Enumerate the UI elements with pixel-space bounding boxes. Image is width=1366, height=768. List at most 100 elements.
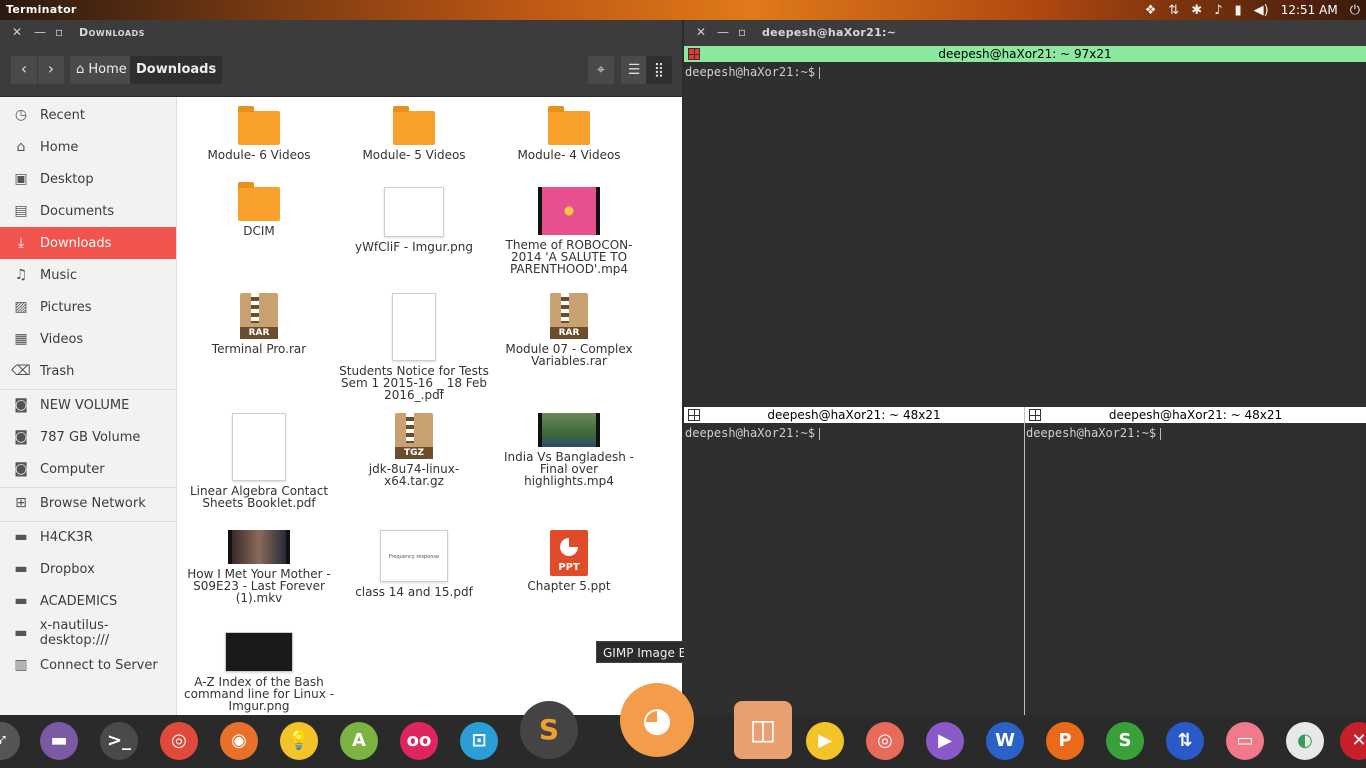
minimize-icon[interactable]: — — [717, 25, 729, 39]
files-icon[interactable]: ▬ — [40, 722, 78, 760]
pane-grid-icon[interactable] — [1029, 409, 1041, 421]
file-item[interactable]: Module- 5 Videos — [339, 106, 489, 161]
file-item[interactable]: Frequency response class 14 and 15.pdf — [339, 530, 489, 598]
power-icon[interactable]: ⏻ — [1350, 3, 1360, 18]
maximize-icon[interactable]: ▫ — [55, 25, 63, 39]
file-item-label: Linear Algebra Contact Sheets Booklet.pd… — [189, 484, 329, 510]
grid-view-icon[interactable]: ⣿ — [646, 56, 672, 84]
media-player-icon[interactable]: ▶ — [806, 722, 844, 760]
file-item[interactable]: PPT Chapter 5.ppt — [494, 530, 644, 592]
android-studio-icon[interactable]: A — [340, 722, 378, 760]
home-icon: ⌂ — [16, 139, 26, 155]
file-item[interactable]: Module- 6 Videos — [184, 106, 334, 161]
back-button[interactable]: ‹ — [11, 56, 37, 84]
pane-br-titlebar[interactable]: deepesh@haXor21: ~ 48x21 — [1025, 407, 1366, 423]
close-icon[interactable]: ✕ — [12, 25, 22, 39]
cursor — [819, 66, 821, 79]
battery-icon[interactable]: ▮ — [1235, 3, 1242, 18]
archive-icon: RAR — [240, 293, 278, 339]
lightbulb-icon[interactable]: 💡 — [280, 722, 318, 760]
terminal-prompt-bottom-right[interactable]: deepesh@haXor21:~$ — [1026, 426, 1162, 440]
file-item[interactable]: How I Met Your Mother - S09E23 - Last Fo… — [184, 530, 334, 604]
file-item[interactable]: TGZ jdk-8u74-linux-x64.tar.gz — [339, 413, 489, 487]
sidebar-item-new-volume[interactable]: ◙ NEW VOLUME — [0, 389, 176, 421]
file-item[interactable]: yWfCliF - Imgur.png — [339, 187, 489, 253]
network-arrows-icon[interactable]: ⇅ — [1168, 3, 1179, 18]
camera-icon[interactable]: ◎ — [866, 722, 904, 760]
sidebar-item-computer[interactable]: ◙ Computer — [0, 453, 176, 485]
terminal-prompt-top[interactable]: deepesh@haXor21:~$ — [685, 65, 821, 79]
folder-icon: ▬ — [14, 625, 28, 641]
file-item[interactable]: Linear Algebra Contact Sheets Booklet.pd… — [184, 413, 334, 509]
close-icon[interactable]: ✕ — [1340, 722, 1366, 760]
file-item-label: Chapter 5.ppt — [527, 579, 611, 593]
pane-top-titlebar[interactable]: deepesh@haXor21: ~ 97x21 — [684, 46, 1366, 62]
spreadsheet-icon[interactable]: S — [1106, 722, 1144, 760]
sidebar-item-787-gb-volume[interactable]: ◙ 787 GB Volume — [0, 421, 176, 453]
file-item[interactable]: DCIM — [184, 182, 334, 237]
flickr-icon[interactable]: oo — [400, 722, 438, 760]
sidebar-item-x-nautilus-desktop[interactable]: ▬ x-nautilus-desktop:/// — [0, 617, 176, 649]
sidebar-item-music[interactable]: ♫ Music — [0, 259, 176, 291]
gimp-icon[interactable]: ◕ — [620, 683, 694, 757]
file-item[interactable]: Students Notice for Tests Sem 1 2015-16 … — [339, 293, 489, 401]
file-item[interactable]: A-Z Index of the Bash command line for L… — [184, 632, 334, 712]
file-item[interactable]: Theme of ROBOCON-2014 'A SALUTE TO PAREN… — [494, 187, 644, 275]
transfer-icon[interactable]: ⇅ — [1166, 722, 1204, 760]
list-view-icon[interactable]: ☰ — [621, 56, 647, 84]
breadcrumb-current[interactable]: Downloads — [130, 56, 223, 84]
chrome-icon[interactable]: ◎ — [160, 722, 198, 760]
sidebar-item-connect-to-server[interactable]: ▥ Connect to Server — [0, 649, 176, 681]
video-player-icon[interactable]: ▶ — [926, 722, 964, 760]
file-item-label: yWfCliF - Imgur.png — [354, 240, 474, 254]
presentation-icon: PPT — [550, 530, 588, 576]
scan-icon[interactable]: ⊡ — [460, 722, 498, 760]
rocket-launcher-icon[interactable]: ➹ — [0, 722, 20, 760]
sidebar-item-academics[interactable]: ▬ ACADEMICS — [0, 585, 176, 617]
dropbox-icon[interactable]: ❖ — [1145, 3, 1157, 18]
pane-grid-icon[interactable] — [688, 409, 700, 421]
notifications-bell-icon[interactable]: ♪ — [1214, 3, 1222, 18]
sidebar-item-label: Home — [40, 139, 79, 155]
terminal-icon[interactable]: >_ — [100, 722, 138, 760]
settings-icon[interactable]: ◐ — [1286, 722, 1324, 760]
file-item[interactable]: RAR Terminal Pro.rar — [184, 293, 334, 355]
sidebar-item-trash[interactable]: ⌫ Trash — [0, 355, 176, 387]
pane-divider[interactable] — [1024, 407, 1025, 715]
sublime-text-icon[interactable]: S — [520, 701, 578, 759]
volume-icon[interactable]: ◀) — [1254, 3, 1269, 18]
file-item[interactable]: RAR Module 07 - Complex Variables.rar — [494, 293, 644, 367]
speaker-icon[interactable]: ◫ — [734, 701, 792, 759]
folder-icon — [238, 182, 280, 221]
breadcrumb-home[interactable]: ⌂ Home — [70, 56, 133, 84]
forward-button[interactable]: › — [38, 56, 64, 84]
minimize-icon[interactable]: — — [34, 25, 46, 39]
sidebar-item-videos[interactable]: ▦ Videos — [0, 323, 176, 355]
sidebar-item-desktop[interactable]: ▣ Desktop — [0, 163, 176, 195]
close-icon[interactable]: ✕ — [696, 25, 706, 39]
clock[interactable]: 12:51 AM — [1281, 3, 1338, 17]
file-item-label: Theme of ROBOCON-2014 'A SALUTE TO PAREN… — [505, 238, 633, 276]
file-item[interactable]: India Vs Bangladesh - Final over highlig… — [494, 413, 644, 487]
pane-bl-titlebar[interactable]: deepesh@haXor21: ~ 48x21 — [684, 407, 1024, 423]
location-icon[interactable]: ⌖ — [588, 56, 614, 84]
word-icon[interactable]: W — [986, 722, 1024, 760]
sidebar-item-documents[interactable]: ▤ Documents — [0, 195, 176, 227]
presentation-icon[interactable]: P — [1046, 722, 1084, 760]
sidebar-item-downloads[interactable]: ⤓ Downloads — [0, 227, 176, 259]
terminal-prompt-bottom-left[interactable]: deepesh@haXor21:~$ — [685, 426, 821, 440]
firefox-icon[interactable]: ◉ — [220, 722, 258, 760]
sidebar-item-recent[interactable]: ◷ Recent — [0, 99, 176, 131]
pane-grid-icon[interactable] — [688, 48, 700, 60]
sidebar-item-dropbox[interactable]: ▬ Dropbox — [0, 553, 176, 585]
toggle-icon[interactable]: ▭ — [1226, 722, 1264, 760]
sidebar-item-browse-network[interactable]: ⊞ Browse Network — [0, 487, 176, 519]
sidebar-item-pictures[interactable]: ▨ Pictures — [0, 291, 176, 323]
archive-type-label: TGZ — [395, 447, 433, 459]
document-icon: ▤ — [14, 203, 28, 219]
maximize-icon[interactable]: ▫ — [738, 25, 746, 39]
bluetooth-icon[interactable]: ✱ — [1191, 3, 1202, 18]
sidebar-item-h4ck3r[interactable]: ▬ H4CK3R — [0, 521, 176, 553]
file-item[interactable]: Module- 4 Videos — [494, 106, 644, 161]
sidebar-item-home[interactable]: ⌂ Home — [0, 131, 176, 163]
